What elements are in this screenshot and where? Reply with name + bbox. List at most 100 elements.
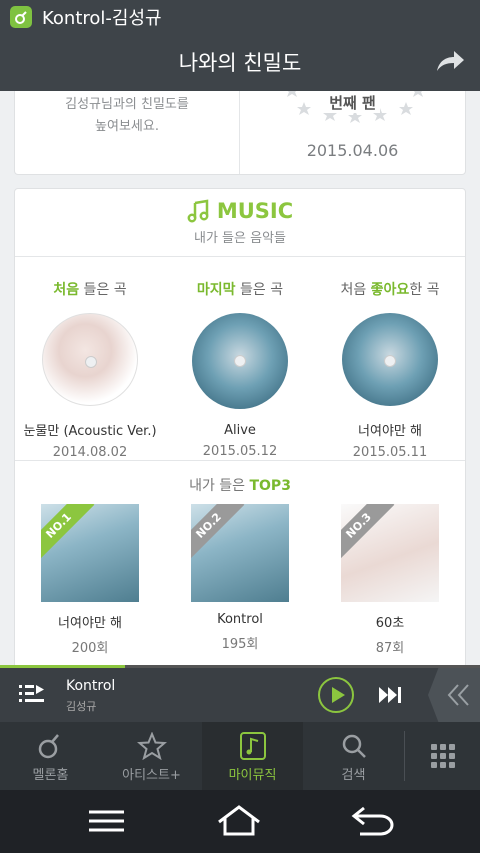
heading-highlight: 마지막 [196, 282, 236, 298]
collapse-player-button[interactable] [428, 668, 480, 722]
now-playing-title[interactable]: Kontrol [66, 678, 115, 694]
tab-label: 마이뮤직 [228, 768, 277, 783]
listen-date: 2014.08.02 [52, 445, 128, 460]
top3-heading-highlight: TOP3 [249, 478, 291, 494]
share-icon [437, 51, 464, 71]
album-disc[interactable] [192, 313, 288, 409]
app-title: Kontrol-김성규 [42, 7, 162, 29]
playback-progress[interactable] [0, 665, 480, 668]
heading-pre: 처음 [340, 282, 371, 298]
top3-item[interactable]: NO.3 60초 87회 [315, 495, 465, 656]
music-subtitle: 내가 들은 음악들 [194, 231, 286, 246]
menu-button[interactable] [84, 804, 130, 838]
fan-rank-panel: 번째 팬 2015.04.06 [240, 91, 465, 174]
playlist-button[interactable] [18, 681, 46, 707]
music-note-icon [187, 199, 209, 223]
music-note-icon [239, 732, 266, 760]
last-listened-column[interactable]: 마지막 들은 곡 Alive 2015.05.12 [165, 257, 315, 460]
page-header: 나와의 친밀도 [0, 33, 480, 91]
content-scroll[interactable]: 김성규님과의 친밀도를 높여보세요. 번째 팬 2015.04.06 MUSIC… [0, 91, 480, 665]
intimacy-card: 김성규님과의 친밀도를 높여보세요. 번째 팬 2015.04.06 [14, 91, 466, 175]
disc-center [384, 355, 396, 367]
disc-center [234, 355, 246, 367]
first-listened-column[interactable]: 처음 들은 곡 눈물만 (Acoustic Ver.) 2014.08.02 [15, 257, 165, 460]
album-disc[interactable] [342, 313, 438, 406]
menu-icon [89, 810, 124, 832]
status-bar: Kontrol-김성규 [0, 0, 480, 33]
first-liked-column[interactable]: 처음 좋아요한 곡 너여야만 해 2015.05.11 [315, 257, 465, 460]
play-count: 87회 [375, 641, 405, 656]
next-button[interactable] [378, 685, 404, 705]
bottom-tab-bar: 멜론홈 아티스트+ 마이뮤직 검색 [0, 722, 480, 790]
double-chevron-left-icon [447, 684, 469, 706]
tab-label: 멜론홈 [32, 768, 69, 783]
top3-heading: 내가 들은 TOP3 [15, 461, 465, 495]
back-icon [351, 806, 394, 836]
tab-melon-home[interactable]: 멜론홈 [0, 722, 101, 790]
tab-label: 아티스트+ [122, 768, 181, 783]
playlist-icon [19, 685, 44, 702]
mini-player: Kontrol 김성규 [0, 665, 480, 722]
rank-ribbon: NO.2 [191, 504, 245, 562]
tab-search[interactable]: 검색 [303, 722, 404, 790]
app-icon [10, 5, 32, 28]
column-heading: 처음 좋아요한 곡 [340, 279, 439, 299]
disc-center [85, 356, 97, 368]
share-button[interactable] [434, 47, 466, 77]
song-title: Alive [224, 423, 256, 438]
intimacy-desc-line1: 김성규님과의 친밀도를 [65, 97, 189, 112]
album-cover[interactable]: NO.1 [41, 504, 139, 602]
album-cover[interactable]: NO.3 [341, 504, 439, 602]
song-title: 너여야만 해 [58, 616, 122, 631]
play-icon [332, 687, 345, 703]
song-title: 60초 [375, 616, 405, 631]
intimacy-desc-line2: 높여보세요. [95, 119, 159, 134]
play-button[interactable] [318, 677, 354, 713]
heading-rest: 들은 곡 [235, 282, 284, 298]
menu-grid-button[interactable] [405, 722, 480, 790]
play-count: 200회 [71, 641, 109, 656]
song-title: 눈물만 (Acoustic Ver.) [23, 424, 157, 439]
heading-rest: 한 곡 [409, 282, 440, 298]
album-disc[interactable] [42, 313, 138, 406]
heading-highlight: 처음 [53, 282, 80, 298]
column-heading: 마지막 들은 곡 [197, 279, 283, 299]
search-icon [342, 734, 366, 758]
page-title: 나와의 친밀도 [178, 51, 302, 75]
intimacy-description: 김성규님과의 친밀도를 높여보세요. [15, 91, 240, 174]
song-title: Kontrol [217, 612, 263, 627]
listen-date: 2015.05.11 [352, 445, 428, 460]
top3-heading-pre: 내가 들은 [189, 478, 250, 494]
system-nav-bar [0, 790, 480, 853]
back-button[interactable] [350, 804, 396, 838]
album-cover[interactable]: NO.2 [191, 504, 289, 602]
music-header: MUSIC 내가 들은 음악들 [15, 189, 465, 257]
top3-item[interactable]: NO.2 Kontrol 195회 [165, 495, 315, 656]
tab-artist-plus[interactable]: 아티스트+ [101, 722, 202, 790]
music-card: MUSIC 내가 들은 음악들 처음 들은 곡 눈물만 (Acoustic Ve… [14, 188, 466, 665]
song-title: 너여야만 해 [358, 424, 422, 439]
progress-fill [0, 665, 125, 668]
fan-rank: 번째 팬 [325, 92, 380, 113]
music-title-text: MUSIC [216, 199, 294, 223]
tab-my-music[interactable]: 마이뮤직 [202, 722, 303, 790]
now-playing-artist: 김성규 [66, 700, 97, 713]
column-heading: 처음 들은 곡 [53, 279, 126, 299]
grid-menu-icon [430, 744, 455, 768]
rank-ribbon: NO.1 [41, 504, 95, 562]
next-icon [379, 687, 401, 703]
play-count: 195회 [221, 637, 259, 652]
top3-item[interactable]: NO.1 너여야만 해 200회 [15, 495, 165, 656]
melon-icon [38, 734, 59, 759]
heading-highlight: 좋아요 [370, 282, 410, 298]
music-title: MUSIC [187, 199, 293, 223]
star-icon [136, 732, 167, 760]
home-button[interactable] [216, 804, 262, 838]
history-row: 처음 들은 곡 눈물만 (Acoustic Ver.) 2014.08.02 마… [15, 257, 465, 461]
fan-date: 2015.04.06 [306, 141, 399, 160]
heading-rest: 들은 곡 [79, 282, 127, 298]
home-icon [218, 805, 260, 836]
rank-ribbon: NO.3 [341, 504, 395, 562]
top3-row: NO.1 너여야만 해 200회 NO.2 Kontrol 195회 NO.3 … [15, 495, 465, 656]
tab-label: 검색 [341, 768, 366, 783]
